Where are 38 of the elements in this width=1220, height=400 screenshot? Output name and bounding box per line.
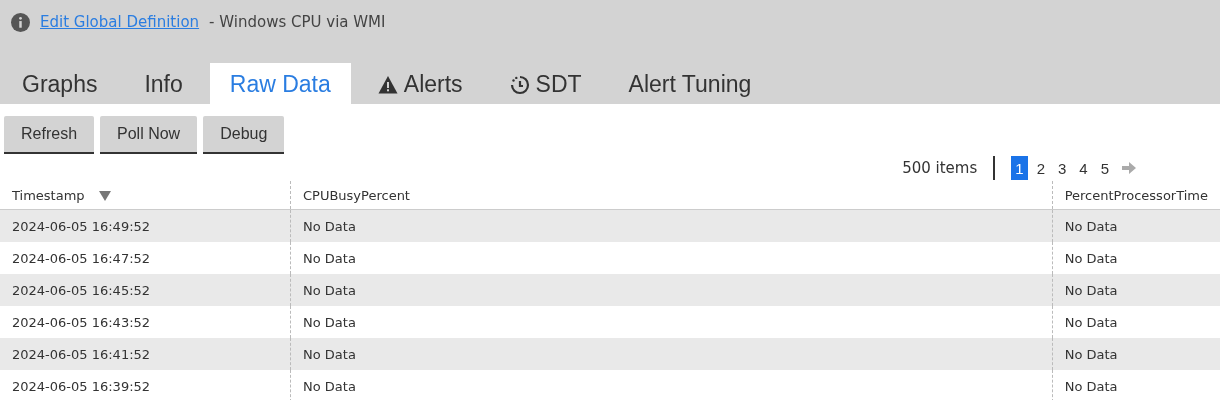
next-page-icon[interactable] xyxy=(1122,162,1136,174)
table-cell: 2024-06-05 16:43:52 xyxy=(0,306,291,338)
page-link[interactable]: 4 xyxy=(1075,156,1092,180)
table-cell: 2024-06-05 16:47:52 xyxy=(0,242,291,274)
toolbar-button[interactable]: Refresh xyxy=(4,116,95,154)
tab[interactable]: Alert Tuning xyxy=(608,63,772,104)
sort-descending-icon xyxy=(98,191,111,201)
table-cell: 2024-06-05 16:49:52 xyxy=(0,209,291,242)
table-cell: No Data xyxy=(290,274,1053,306)
table-cell: 2024-06-05 16:39:52 xyxy=(0,370,291,400)
info-icon xyxy=(11,12,30,32)
tab[interactable]: Info xyxy=(124,63,203,104)
item-count: 500 items xyxy=(902,159,978,177)
column-header[interactable]: Timestamp xyxy=(0,181,291,210)
warning-icon xyxy=(377,74,398,95)
table-cell: No Data xyxy=(1052,209,1220,242)
page-link[interactable]: 3 xyxy=(1053,156,1071,180)
toolbar-button[interactable]: Poll Now xyxy=(100,116,198,154)
page-link[interactable]: 1 xyxy=(1011,156,1028,180)
table-cell: 2024-06-05 16:41:52 xyxy=(0,338,291,370)
table-cell: 2024-06-05 16:45:52 xyxy=(0,274,291,306)
table-cell: No Data xyxy=(290,338,1053,370)
tab[interactable]: Alerts xyxy=(357,63,483,104)
table-cell: No Data xyxy=(290,370,1053,400)
column-header[interactable]: CPUBusyPercent xyxy=(290,181,1053,210)
clock-icon xyxy=(509,74,530,95)
tab[interactable]: SDT xyxy=(489,63,602,104)
table-cell: No Data xyxy=(1052,338,1220,370)
table-cell: No Data xyxy=(1052,370,1220,400)
page-link[interactable]: 5 xyxy=(1096,156,1113,180)
table-cell: No Data xyxy=(1052,274,1220,306)
header-subtitle: - Windows CPU via WMI xyxy=(209,13,386,31)
page-link[interactable]: 2 xyxy=(1032,156,1049,180)
toolbar-button[interactable]: Debug xyxy=(203,116,285,154)
table-cell: No Data xyxy=(290,209,1053,242)
tab[interactable]: Raw Data xyxy=(209,63,351,104)
column-header[interactable]: PercentProcessorTime xyxy=(1052,181,1220,210)
tab[interactable]: Graphs xyxy=(2,63,118,104)
